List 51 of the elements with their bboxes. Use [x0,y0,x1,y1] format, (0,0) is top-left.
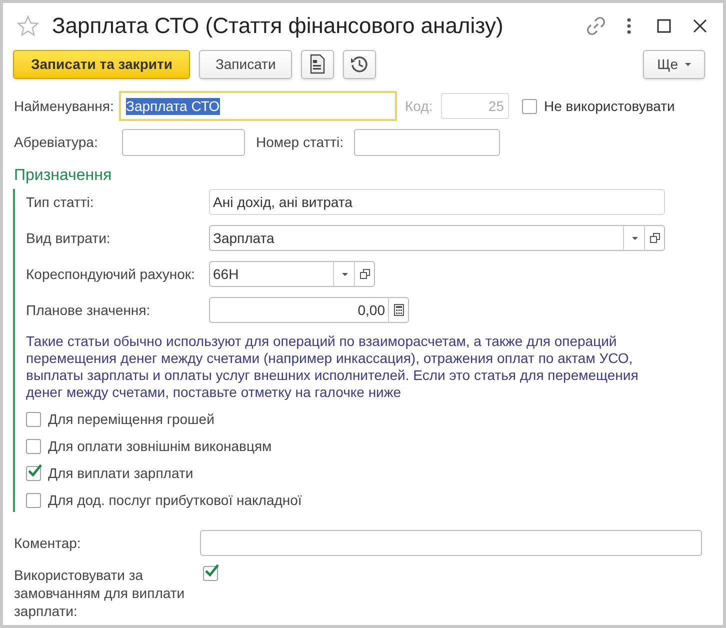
history-button[interactable] [342,50,376,78]
calculator-icon [394,304,404,316]
dropdown-icon [630,236,638,240]
checkbox[interactable] [26,412,41,426]
dropdown-field[interactable]: Зарплата [209,225,665,251]
close-icon [693,18,707,32]
more-button[interactable]: Ще [643,50,705,78]
save-and-close-button[interactable]: Записати та закрити [13,50,190,78]
checkbox-label: Для оплати зовнішнім виконавцям [48,436,272,456]
checkbox[interactable] [203,566,218,581]
field-label: Кореспондуючий рахунок: [26,264,196,284]
input-field[interactable] [354,129,500,156]
field-label: Код: [405,96,434,116]
caret-icon [684,62,691,66]
field-label: Тип статті: [26,192,95,212]
comment-field[interactable] [200,530,702,556]
checkbox-label: Для дод. послуг прибуткової накладної [48,490,302,510]
checkbox-label: Не використовувати [544,96,675,116]
input-field[interactable] [122,129,245,156]
field-value: Зарплата СТО [126,98,220,114]
field-label: Найменування: [14,96,115,116]
link-icon [586,16,606,36]
field-label: Планове значення: [26,300,152,320]
readonly-field: Ані дохід, ані витрата [209,189,665,215]
save-button[interactable]: Записати [199,50,292,78]
star-icon [17,15,39,37]
maximize-icon [657,18,671,32]
more-options-icon [626,16,632,34]
open-icon [360,269,370,279]
field-label: Коментар: [14,534,82,553]
section-title: Призначення [13,166,113,186]
window-title: Зарплата СТО (Стаття фінансового аналізу) [52,12,504,40]
open-icon [650,233,660,243]
dropdown-icon [340,272,348,276]
checkbox[interactable] [522,98,537,114]
field-label: Абревіатура: [14,133,99,152]
history-icon [350,55,368,73]
document-icon [309,54,326,74]
dropdown-field[interactable]: 66Н [209,261,375,287]
field-label: Номер статті: [256,133,345,152]
checkbox-label: Для переміщення грошей [48,410,214,429]
name-field[interactable]: Зарплата СТО [119,91,397,121]
field-label: Вид витрати: [26,228,112,248]
report-button[interactable] [300,50,334,78]
checkbox[interactable] [26,438,41,454]
info-text: Такие статьи обычно используют для операций по взаиморасчетам, а также для операций перемещения денег между счетами (например инкассация), отражения оплат по актам УСО, выплаты зарплаты и оплаты услуг внешних исполнителей. Если это статья для перемещения денег между счетами, поставьте отметку на галочке ниже [26,333,640,401]
checkbox[interactable] [26,466,41,480]
number-field[interactable]: 0,00 [209,297,409,323]
field-label: Використовувати за замовчанням для виплати зарплати: [14,566,186,620]
checkbox-label: Для виплати зарплати [48,464,194,483]
checkbox[interactable] [26,492,41,508]
